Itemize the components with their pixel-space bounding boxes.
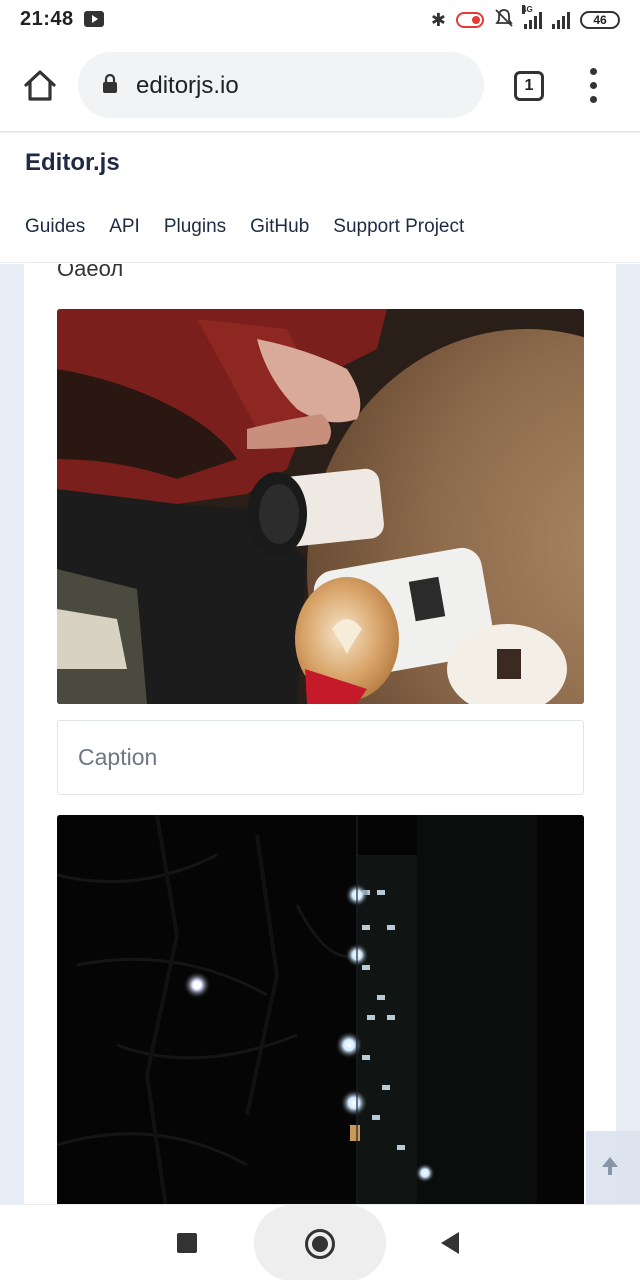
home-button[interactable] [20, 66, 60, 106]
image-block-coffee[interactable] [57, 309, 584, 704]
overflow-menu-icon[interactable] [582, 68, 606, 104]
browser-toolbar: editorjs.io 1 [0, 40, 640, 132]
nav-link-github[interactable]: GitHub [250, 216, 309, 238]
signal-4g-icon: 4G [522, 5, 542, 29]
site-nav: Guides API Plugins GitHub Support Projec… [25, 216, 464, 238]
phone-screen: 21:48 ✱ 4G 46 editorjs.io 1 Editor.js Gu… [0, 0, 640, 1280]
editor-card: Оаеол [24, 264, 616, 1204]
recent-apps-icon[interactable] [177, 1233, 197, 1253]
status-icons: ✱ 4G 46 [430, 5, 620, 33]
home-icon [24, 70, 56, 101]
nav-link-api[interactable]: API [109, 216, 140, 238]
home-circle-icon[interactable] [305, 1229, 335, 1259]
site-logo[interactable]: Editor.js [25, 149, 120, 177]
bluetooth-icon: ✱ [430, 9, 446, 30]
battery-icon: 46 [580, 11, 620, 29]
nav-link-guides[interactable]: Guides [25, 216, 85, 238]
address-bar[interactable]: editorjs.io [78, 52, 484, 118]
site-header: Editor.js Guides API Plugins GitHub Supp… [0, 133, 640, 263]
youtube-notification-icon [84, 11, 104, 27]
nav-link-support-project[interactable]: Support Project [333, 216, 464, 238]
nav-link-plugins[interactable]: Plugins [164, 216, 226, 238]
url-text[interactable]: editorjs.io [136, 72, 239, 100]
system-nav-bar [0, 1204, 640, 1280]
network-type-label: 4G [522, 5, 533, 14]
status-time: 21:48 [20, 8, 74, 30]
coffee-photo [57, 309, 584, 704]
image-block-night[interactable] [57, 815, 584, 1204]
signal-icon [552, 11, 570, 29]
lock-icon [103, 74, 117, 93]
night-photo [57, 815, 584, 1204]
caption-input[interactable] [57, 720, 584, 795]
status-bar: 21:48 ✱ 4G 46 [0, 0, 640, 40]
data-saver-icon [456, 12, 484, 28]
tab-switcher-button[interactable]: 1 [514, 71, 544, 101]
scroll-to-top-button[interactable] [586, 1131, 640, 1204]
mute-bell-icon [494, 8, 514, 33]
paragraph-block[interactable]: Оаеол [57, 264, 123, 282]
back-triangle-icon[interactable] [441, 1232, 459, 1254]
